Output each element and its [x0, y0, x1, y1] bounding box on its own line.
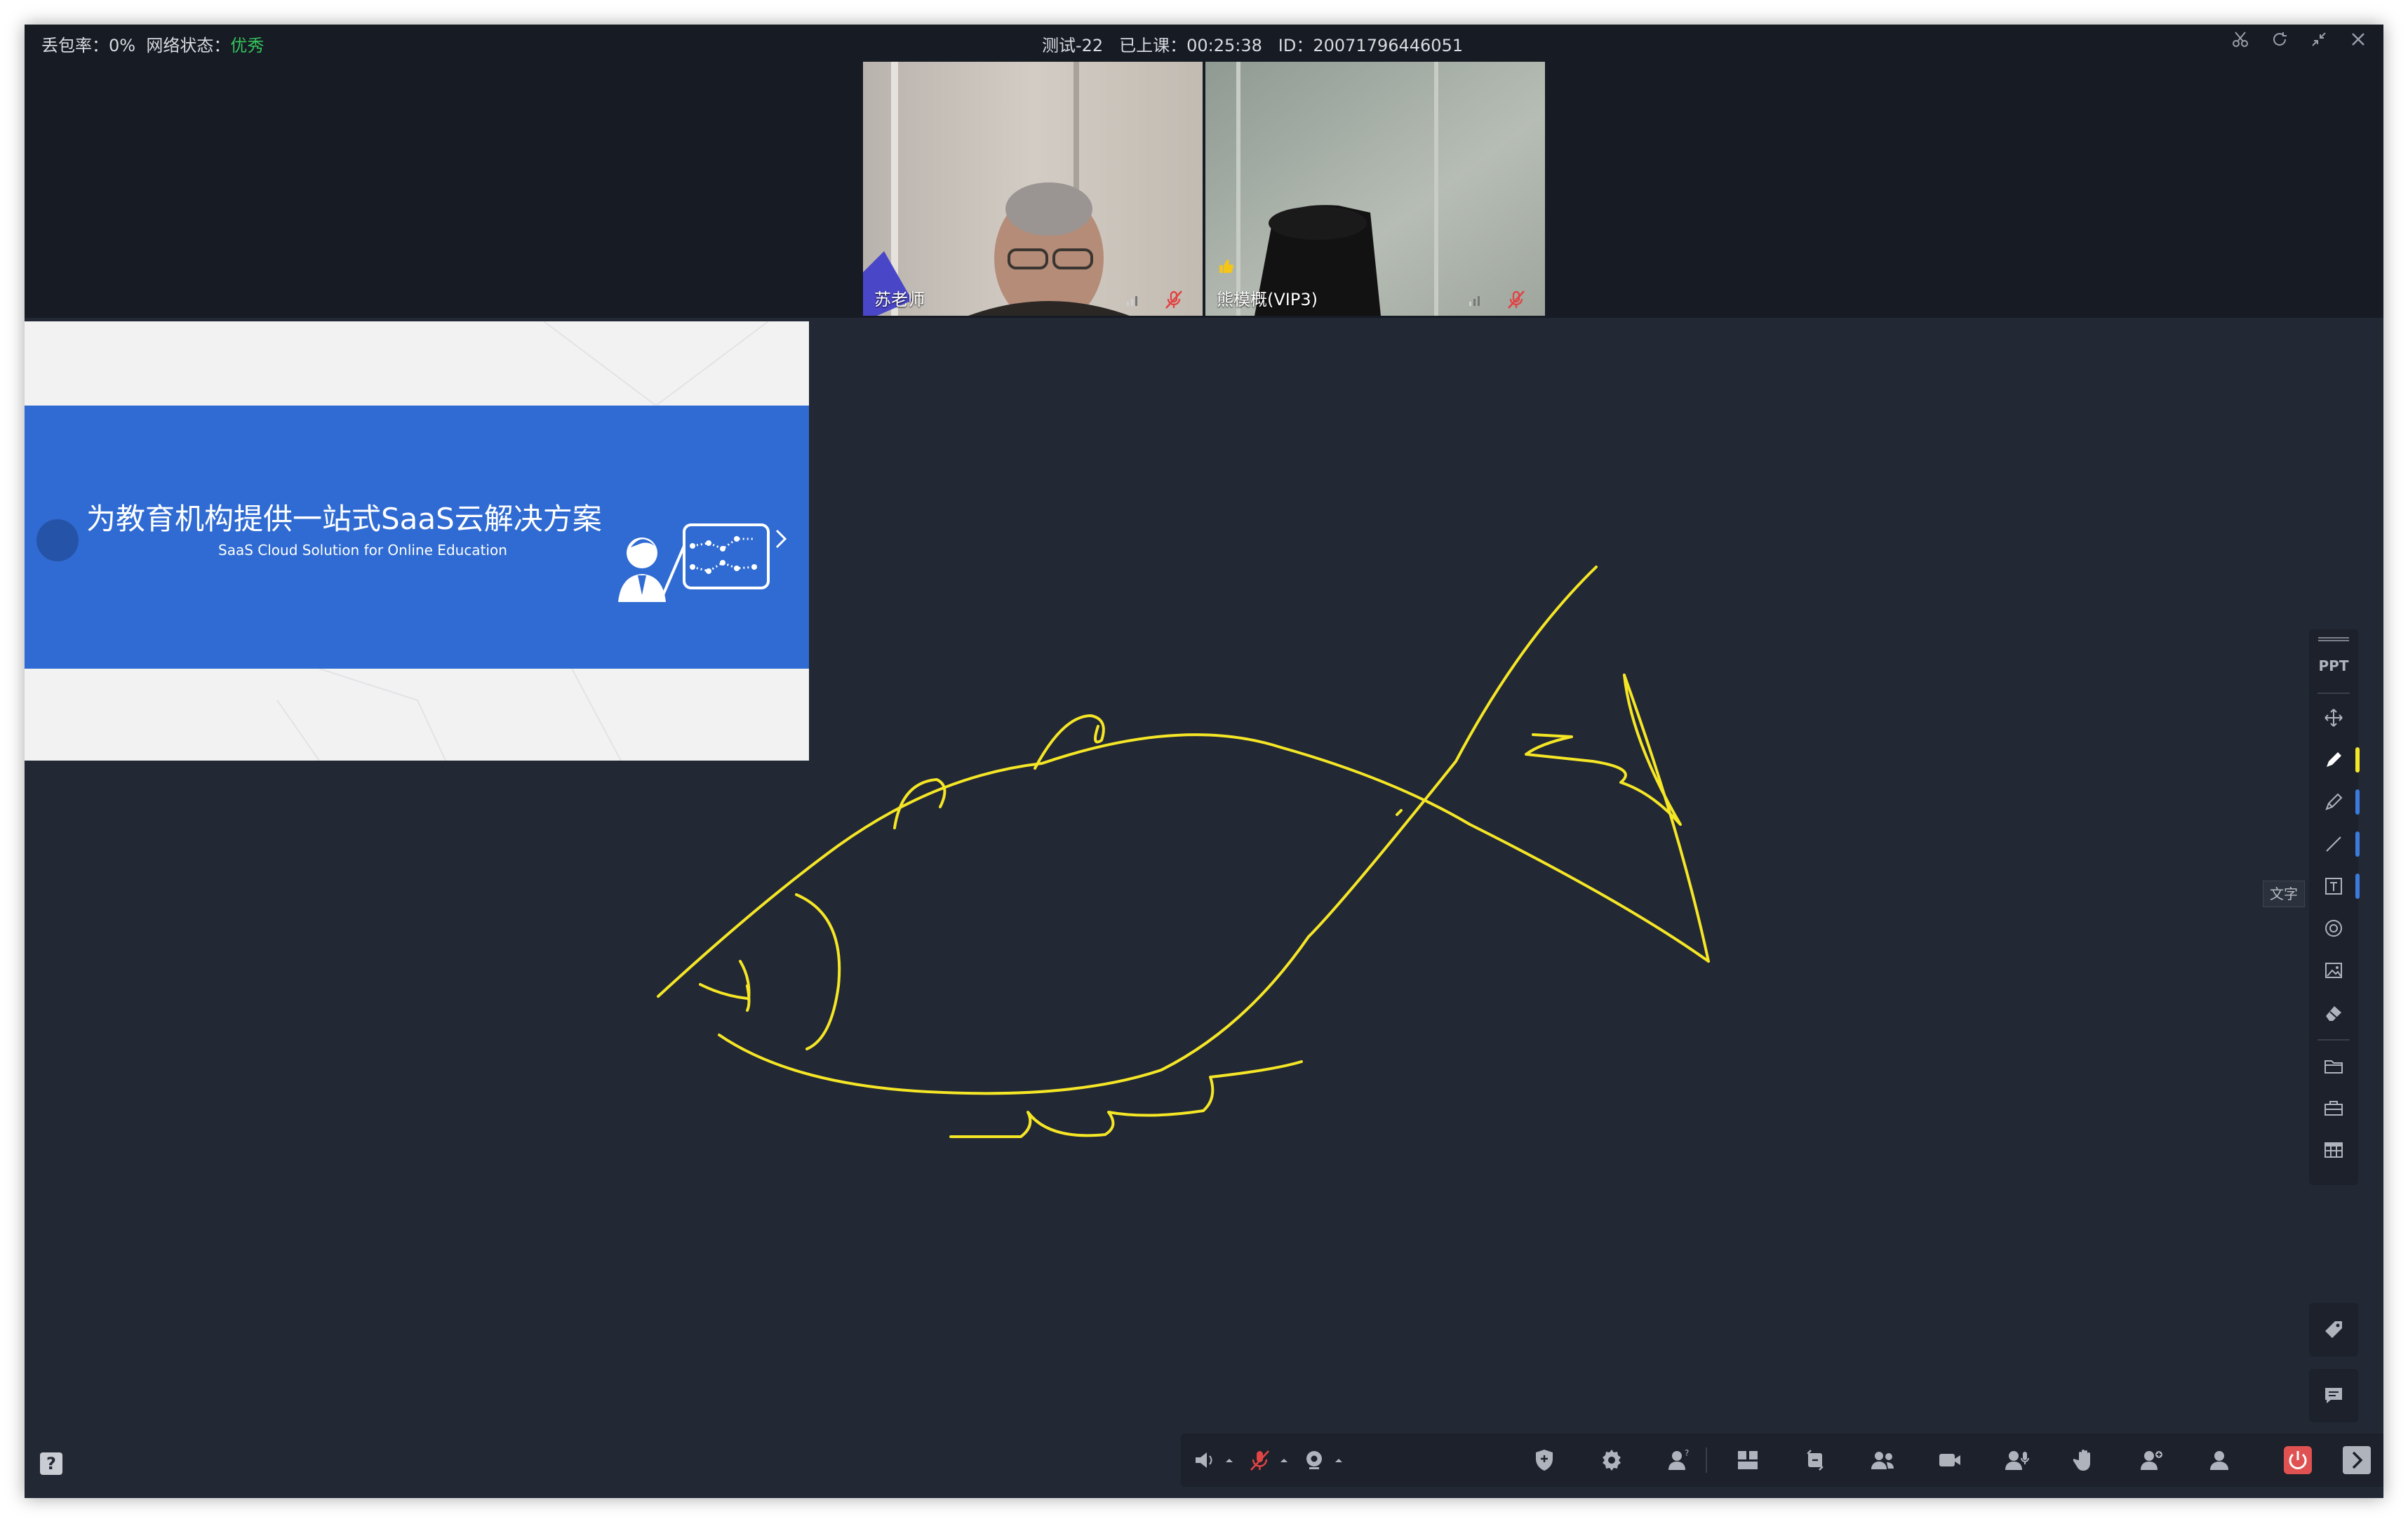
- video-icon[interactable]: [1933, 1443, 1967, 1477]
- text-color-tag: [2355, 874, 2360, 899]
- help-icon[interactable]: ?: [40, 1452, 62, 1475]
- fish-drawing: [657, 566, 1710, 1138]
- target-icon[interactable]: [2317, 911, 2350, 945]
- prev-slide-button[interactable]: [35, 518, 80, 563]
- user-question-icon[interactable]: ?: [1662, 1443, 1696, 1477]
- shield-user-icon[interactable]: [1527, 1443, 1561, 1477]
- text-icon[interactable]: [2317, 869, 2350, 903]
- eraser-icon[interactable]: [2317, 996, 2350, 1029]
- ppt-slide-panel[interactable]: 为教育机构提供一站式SaaS云解决方案 SaaS Cloud Solution …: [25, 321, 809, 761]
- toolbar-divider: [1706, 1448, 1707, 1473]
- raise-hand-icon[interactable]: [2068, 1443, 2101, 1477]
- slide-title: 为教育机构提供一站式SaaS云解决方案: [86, 502, 602, 536]
- slide-banner: 为教育机构提供一站式SaaS云解决方案 SaaS Cloud Solution …: [25, 406, 809, 669]
- expand-icon[interactable]: [2340, 1443, 2374, 1477]
- image-icon[interactable]: [2317, 954, 2350, 987]
- whiteboard-toolbar: PPT: [2309, 629, 2360, 1185]
- toolbox-icon[interactable]: [2317, 1091, 2350, 1125]
- classroom-window: 丢包率：0% 网络状态：优秀 测试-22 已上课：00:25:38 ID：200…: [25, 25, 2383, 1498]
- chat-icon: [2325, 1388, 2342, 1403]
- tag-button[interactable]: [2309, 1303, 2358, 1356]
- highlighter-color-tag: [2355, 789, 2360, 815]
- table-icon[interactable]: [2317, 1133, 2350, 1167]
- chat-button[interactable]: [2309, 1369, 2358, 1422]
- folder-icon[interactable]: [2317, 1049, 2350, 1083]
- speaker-icon[interactable]: [1188, 1443, 1222, 1477]
- camera-icon[interactable]: [1297, 1443, 1331, 1477]
- ppt-icon[interactable]: PPT: [2317, 649, 2350, 683]
- presenter-illustration: [618, 523, 770, 602]
- svg-text:?: ?: [1685, 1448, 1689, 1458]
- line-icon[interactable]: [2317, 827, 2350, 861]
- bottom-toolbar: ?: [1181, 1433, 2383, 1487]
- mic-dropdown-icon[interactable]: [1278, 1443, 1290, 1477]
- pen-color-tag: [2355, 747, 2360, 773]
- ppt-label: PPT: [2318, 657, 2349, 674]
- toolbar-divider: [2317, 693, 2350, 694]
- users-icon[interactable]: [1866, 1443, 1899, 1477]
- user-add-icon[interactable]: [2135, 1443, 2169, 1477]
- mic-user-icon[interactable]: [2000, 1443, 2034, 1477]
- user-icon[interactable]: [2202, 1443, 2236, 1477]
- camera-dropdown-icon[interactable]: [1332, 1443, 1345, 1477]
- tool-tooltip: 文字: [2263, 881, 2305, 907]
- highlighter-icon[interactable]: [2317, 785, 2350, 819]
- next-slide-button[interactable]: [767, 525, 795, 553]
- layout-icon[interactable]: [1731, 1443, 1765, 1477]
- power-icon[interactable]: [2281, 1443, 2315, 1477]
- move-icon[interactable]: [2317, 701, 2350, 735]
- slide-subtitle: SaaS Cloud Solution for Online Education: [218, 542, 507, 559]
- line-color-tag: [2355, 831, 2360, 857]
- grip-icon[interactable]: [2317, 631, 2350, 648]
- tag-icon: [2325, 1321, 2342, 1338]
- toolbar-divider: [2317, 1039, 2350, 1041]
- whiteboard-canvas[interactable]: [25, 25, 2383, 1498]
- switch-icon[interactable]: [1798, 1443, 1832, 1477]
- pen-icon[interactable]: [2317, 743, 2350, 777]
- speaker-dropdown-icon[interactable]: [1223, 1443, 1236, 1477]
- mic-muted-icon[interactable]: [1243, 1443, 1276, 1477]
- settings-icon[interactable]: [1595, 1443, 1628, 1477]
